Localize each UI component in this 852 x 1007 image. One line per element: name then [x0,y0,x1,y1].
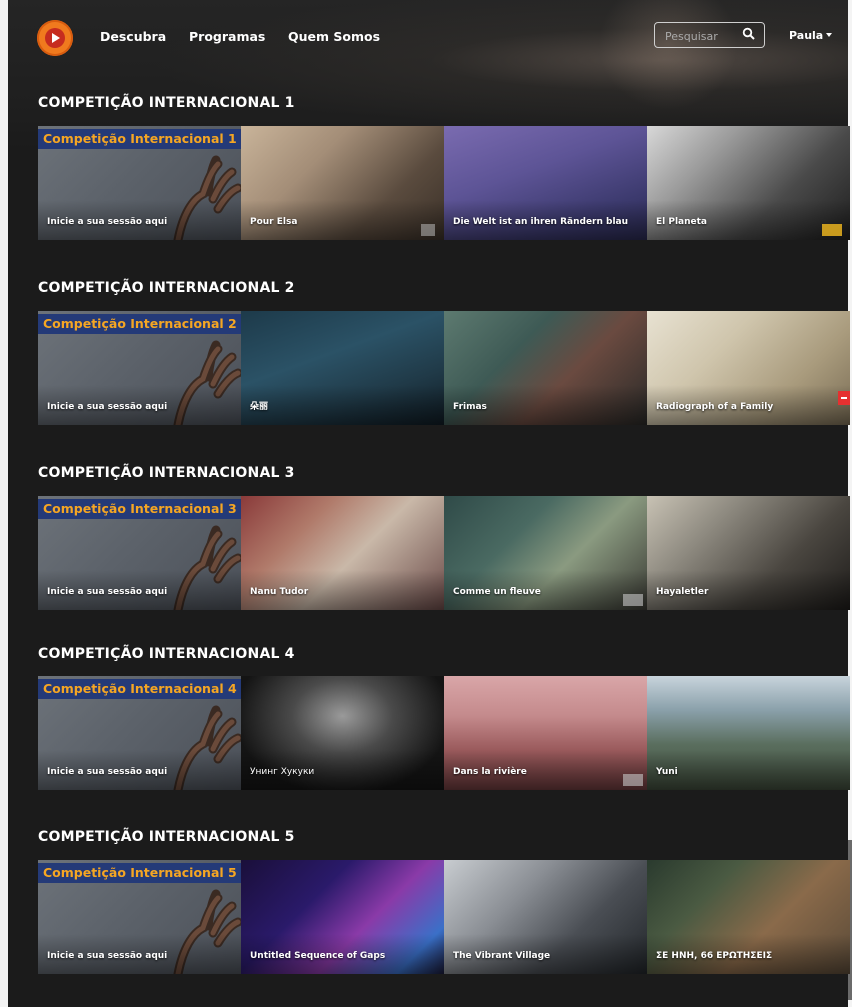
swiss-flag-icon [838,391,850,405]
film-tile[interactable]: 朵丽 [241,311,444,425]
section-title: COMPETIÇÃO INTERNACIONAL 1 [38,95,295,111]
nav-programs[interactable]: Programas [189,29,265,44]
user-name: Paula [789,29,824,42]
film-title: Comme un fleuve [453,587,541,597]
film-tile[interactable]: Dans la rivière [444,676,647,790]
search-input[interactable] [663,27,737,45]
film-title: Untitled Sequence of Gaps [250,951,386,961]
film-title: Hayaletler [656,587,709,597]
search-box[interactable] [654,22,765,48]
session-start-tile[interactable]: Competição Internacional 1 Inicie a sua … [38,126,241,240]
page-left-edge [0,0,8,1007]
tile-caption: Inicie a sua sessão aqui [47,402,168,412]
section-title: COMPETIÇÃO INTERNACIONAL 2 [38,280,295,296]
film-title: 朵丽 [250,402,269,412]
logo-icon[interactable] [37,20,73,56]
section-title: COMPETIÇÃO INTERNACIONAL 3 [38,465,295,481]
laurel-badge [623,594,643,606]
session-start-tile[interactable]: Competição Internacional 2 Inicie a sua … [38,311,241,425]
top-navigation: Descubra Programas Quem Somos Paula [8,18,848,58]
film-tile[interactable]: Comme un fleuve [444,496,647,610]
user-menu[interactable]: Paula [789,29,833,42]
film-title: Radiograph of a Family [656,402,774,412]
promo-banner: Competição Internacional 2 [38,314,241,334]
tile-caption: Inicie a sua sessão aqui [47,217,168,227]
tile-caption: Inicie a sua sessão aqui [47,767,168,777]
film-tile[interactable]: ΣΕ ΗΝΗ, 66 ΕΡΩΤΗΣΕΙΣ [647,860,850,974]
film-title: Nanu Tudor [250,587,309,597]
film-tile[interactable]: Hayaletler [647,496,850,610]
tile-caption: Inicie a sua sessão aqui [47,587,168,597]
film-tile[interactable]: Унинг Хукуки [241,676,444,790]
film-title: El Planeta [656,217,708,227]
film-title: Frimas [453,402,487,412]
film-tile[interactable]: The Vibrant Village [444,860,647,974]
film-row: Competição Internacional 3 Inicie a sua … [38,496,850,610]
search-icon[interactable] [742,27,756,41]
section-title: COMPETIÇÃO INTERNACIONAL 4 [38,646,295,662]
film-title: ΣΕ ΗΝΗ, 66 ΕΡΩΤΗΣΕΙΣ [656,951,773,961]
film-tile[interactable]: Nanu Tudor [241,496,444,610]
film-row: Competição Internacional 4 Inicie a sua … [38,676,850,790]
laurel-badge [623,774,643,786]
promo-banner: Competição Internacional 4 [38,679,241,699]
promo-banner: Competição Internacional 3 [38,499,241,519]
film-tile[interactable]: Radiograph of a Family [647,311,850,425]
promo-banner: Competição Internacional 1 [38,129,241,149]
tile-caption: Inicie a sua sessão aqui [47,951,168,961]
film-title: Унинг Хукуки [250,767,315,777]
film-row: Competição Internacional 1 Inicie a sua … [38,126,850,240]
session-start-tile[interactable]: Competição Internacional 4 Inicie a sua … [38,676,241,790]
film-tile[interactable]: Yuni [647,676,850,790]
film-tile[interactable]: Untitled Sequence of Gaps [241,860,444,974]
session-start-tile[interactable]: Competição Internacional 3 Inicie a sua … [38,496,241,610]
caret-down-icon [826,33,833,37]
film-title: Yuni [656,767,678,777]
film-tile[interactable]: Frimas [444,311,647,425]
film-row: Competição Internacional 2 Inicie a sua … [38,311,850,425]
film-tile[interactable]: Pour Elsa [241,126,444,240]
film-row: Competição Internacional 5 Inicie a sua … [38,860,850,974]
session-start-tile[interactable]: Competição Internacional 5 Inicie a sua … [38,860,241,974]
laurel-badge [421,224,435,236]
flag-icon [822,224,842,236]
film-title: Dans la rivière [453,767,527,777]
nav-about[interactable]: Quem Somos [288,29,380,44]
promo-banner: Competição Internacional 5 [38,863,241,883]
film-title: The Vibrant Village [453,951,551,961]
nav-discover[interactable]: Descubra [100,29,166,44]
tile-shade [241,385,444,425]
film-title: Die Welt ist an ihren Rändern blau [453,217,629,227]
play-icon [52,33,60,43]
film-tile[interactable]: El Planeta [647,126,850,240]
section-title: COMPETIÇÃO INTERNACIONAL 5 [38,829,295,845]
film-title: Pour Elsa [250,217,298,227]
film-tile[interactable]: Die Welt ist an ihren Rändern blau [444,126,647,240]
